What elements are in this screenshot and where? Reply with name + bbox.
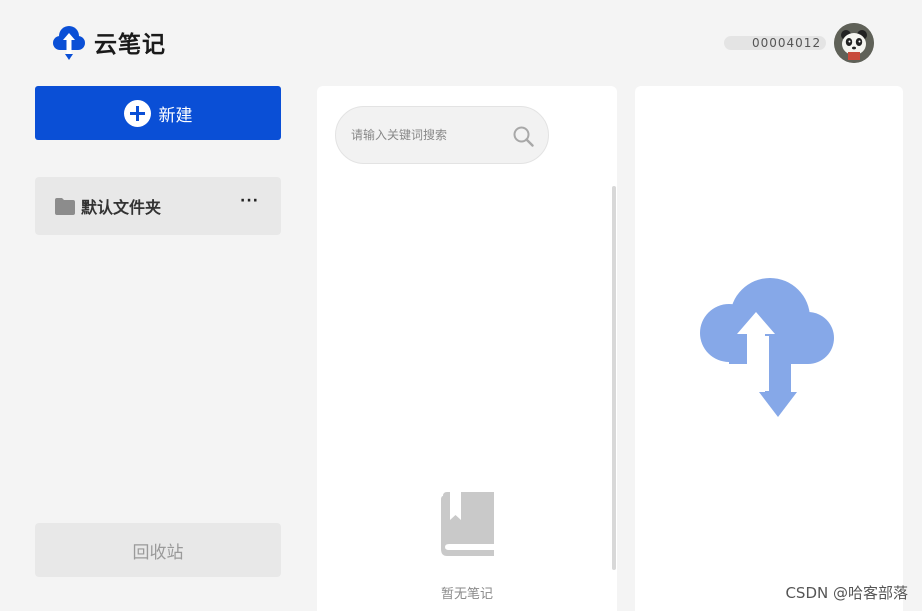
notes-list-panel: 暂无笔记 [317, 86, 617, 611]
new-button-label: 新建 [158, 105, 193, 126]
search-icon[interactable] [513, 126, 534, 147]
scrollbar[interactable] [612, 186, 616, 570]
plus-icon [123, 99, 151, 127]
folder-label: 默认文件夹 [81, 198, 162, 217]
folder-icon [55, 197, 75, 215]
panda-avatar-icon [834, 23, 874, 63]
search-input[interactable] [351, 128, 501, 142]
book-icon [441, 492, 494, 556]
user-area[interactable]: 00004012 [724, 23, 874, 63]
editor-panel [635, 86, 903, 611]
recycle-bin-button[interactable]: 回收站 [35, 523, 281, 577]
avatar[interactable] [834, 23, 874, 63]
folder-more-button[interactable]: ··· [240, 193, 259, 209]
username: 00004012 [724, 36, 826, 50]
search-box [335, 106, 549, 164]
app-logo: 云笔记 [52, 24, 166, 60]
cloud-upload-icon [700, 278, 834, 417]
watermark: CSDN @哈客部落 [785, 584, 908, 602]
empty-notes-text: 暂无笔记 [440, 587, 493, 602]
app-title: 云笔记 [94, 32, 166, 58]
folder-item-default[interactable]: 默认文件夹 ··· [35, 177, 281, 235]
cloud-upload-logo-icon [53, 26, 85, 60]
new-note-button[interactable]: 新建 [35, 86, 281, 140]
